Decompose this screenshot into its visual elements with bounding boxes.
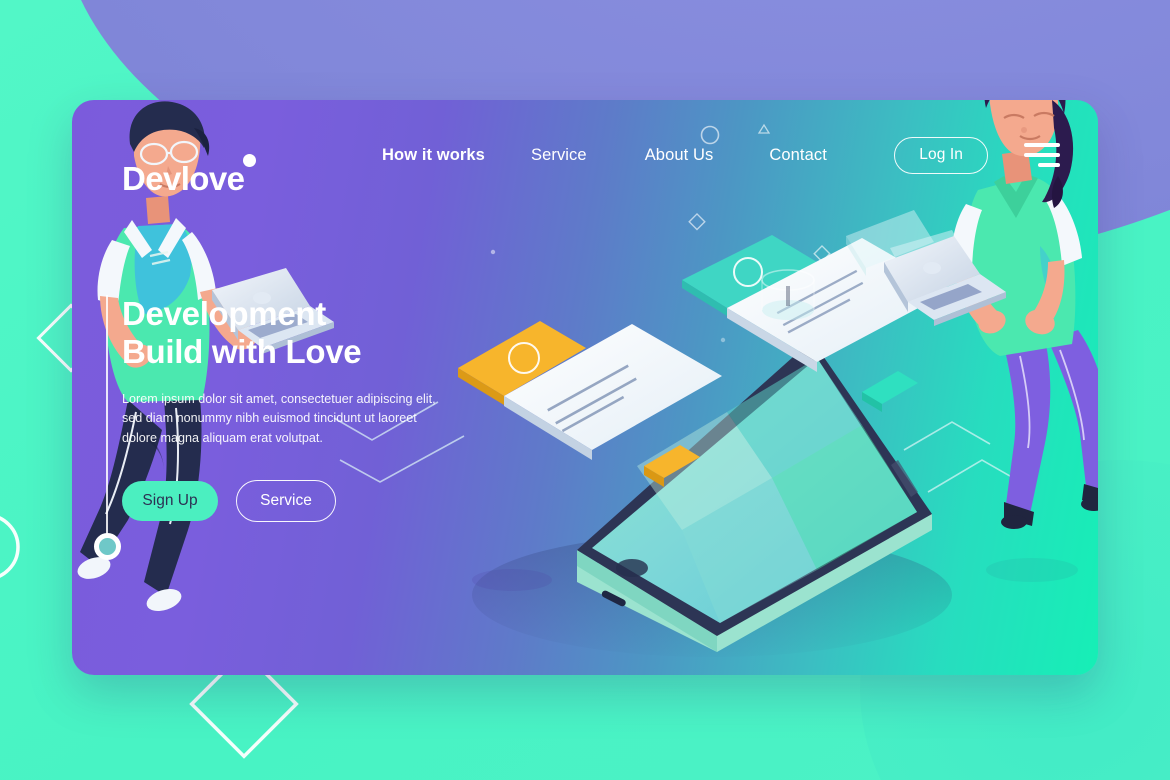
hero-description: Lorem ipsum dolor sit amet, consectetuer… xyxy=(122,392,436,445)
nav-links: How it works Service About Us Contact xyxy=(382,146,894,165)
hamburger-bar-top xyxy=(1024,143,1060,147)
nav-link-service[interactable]: Service xyxy=(531,146,587,165)
hamburger-bar-bottom xyxy=(1038,163,1060,167)
sign-up-button[interactable]: Sign Up xyxy=(122,480,218,521)
hero-card: Devlove How it works Service About Us Co… xyxy=(72,100,1098,675)
vertical-rail xyxy=(106,295,108,545)
login-button[interactable]: Log In xyxy=(894,136,988,174)
page-title: Development Build with Love xyxy=(122,295,362,370)
brand-logo[interactable]: Devlove xyxy=(122,116,382,195)
service-button[interactable]: Service xyxy=(236,479,336,522)
nav-link-about-us[interactable]: About Us xyxy=(645,146,714,165)
hamburger-menu-icon[interactable] xyxy=(1024,143,1060,167)
rail-knob-icon xyxy=(94,533,121,560)
hero-copy: Development Build with Love Lorem ipsum … xyxy=(122,295,552,522)
hamburger-bar-middle xyxy=(1024,153,1060,157)
cta-row: Sign Up Service xyxy=(122,479,552,522)
nav-link-how-it-works[interactable]: How it works xyxy=(382,146,485,165)
nav-link-contact[interactable]: Contact xyxy=(769,146,827,165)
brand-name: Devlove xyxy=(122,159,245,197)
top-navigation: Devlove How it works Service About Us Co… xyxy=(72,100,1098,210)
logo-dot-icon xyxy=(243,153,256,167)
